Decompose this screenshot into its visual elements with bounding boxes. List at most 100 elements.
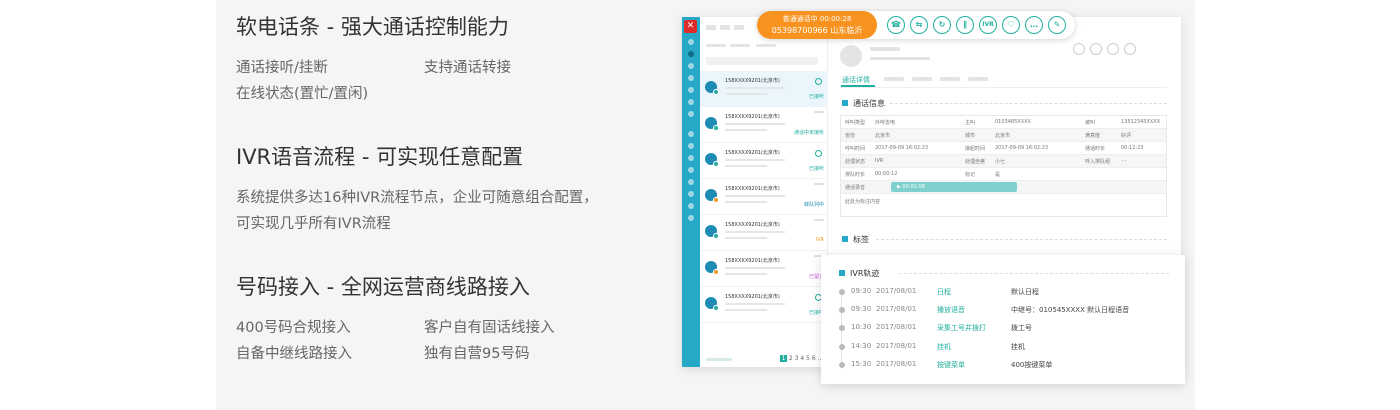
call-info-table: 呼叫类型 外呼去电 主叫 0103485XXXX 被叫 13512345XXXX 省份…: [840, 115, 1167, 217]
chat-icon[interactable]: …: [1025, 16, 1043, 34]
list-item-phone: 158XXXX9201(北京市): [725, 294, 780, 300]
ivr-track-row: 09:30 2017/08/01 播放语音 中继号：010545XXXX 默认日…: [821, 302, 1185, 319]
list-item[interactable]: 158XXXX9201(北京市) 已接听: [700, 71, 828, 107]
list-item-status: 已接听: [808, 94, 824, 100]
page-link[interactable]: 3: [795, 355, 799, 362]
section-title-tags: 标签: [842, 234, 869, 245]
page-link[interactable]: 5: [806, 355, 810, 362]
page-link[interactable]: 6: [812, 355, 816, 362]
feature-item: 独有自营95号码: [424, 346, 530, 362]
nav-dot[interactable]: [688, 167, 694, 173]
nav-dot[interactable]: [688, 99, 694, 105]
feature-item: 通话接听/挂断: [236, 60, 328, 76]
feature-item: 支持通话转接: [424, 60, 511, 76]
recording-row: 通话录音: [841, 181, 1166, 194]
list-search-input[interactable]: [706, 57, 818, 65]
list-item[interactable]: 158XXXX9201(北京市) 转队列中: [700, 179, 828, 215]
nav-dot[interactable]: [688, 111, 694, 117]
avatar: [705, 225, 719, 239]
nav-dot[interactable]: [688, 203, 694, 209]
tab-call-detail[interactable]: 通话详情: [842, 75, 870, 85]
feature-item: 客户自有固话线接入: [424, 320, 555, 336]
avatar: [705, 81, 719, 95]
ivr-track-row: 14:30 2017/08/01 挂机 挂机: [821, 339, 1185, 356]
action-circle[interactable]: [1107, 43, 1119, 55]
action-circle[interactable]: [1124, 43, 1136, 55]
avatar: [705, 261, 719, 275]
nav-dot[interactable]: [688, 87, 694, 93]
call-status-icon: [815, 78, 822, 85]
note-field[interactable]: 此处为标注内容: [841, 194, 1166, 216]
nav-dot[interactable]: [688, 131, 694, 137]
list-item[interactable]: 158XXXX9201(北京市) IVR: [700, 215, 828, 251]
tab-other[interactable]: [940, 77, 960, 81]
nav-dot[interactable]: [688, 63, 694, 69]
nav-dot[interactable]: [688, 39, 694, 45]
hangup-icon[interactable]: ☎: [887, 16, 905, 34]
tab-other[interactable]: [912, 77, 932, 81]
app-logo-icon: ✕: [684, 20, 697, 33]
nav-dot[interactable]: [688, 215, 694, 221]
table-row: 排队时长 00:00:12 标记是: [841, 168, 1166, 181]
nav-dot-active[interactable]: [688, 51, 694, 57]
list-item-phone: 158XXXX9201(北京市): [725, 150, 780, 156]
list-filter[interactable]: [706, 44, 726, 47]
ivr-card-title: IVR轨迹: [839, 268, 879, 279]
list-item-phone: 158XXXX9201(北京市): [725, 186, 780, 192]
ivr-button[interactable]: IVR: [979, 16, 997, 34]
tab-other[interactable]: [968, 77, 988, 81]
nav-dot[interactable]: [688, 143, 694, 149]
list-item-phone: 158XXXX9201(北京市): [725, 114, 780, 120]
list-filter[interactable]: [756, 44, 776, 47]
action-circle[interactable]: [1073, 43, 1085, 55]
consult-icon[interactable]: ↻: [933, 16, 951, 34]
table-row: 省份 北京市 城市 北京市 满意度 好评: [841, 129, 1166, 142]
avatar: [705, 189, 719, 203]
feature-title-softphone: 软电话条 - 强大通话控制能力: [236, 15, 509, 39]
feature-title-ivr: IVR语音流程 - 可实现任意配置: [236, 145, 524, 169]
pause-icon[interactable]: ∥: [956, 16, 974, 34]
list-item[interactable]: 158XXXX9201(北京市) 已接听: [700, 287, 828, 323]
nav-dot[interactable]: [688, 191, 694, 197]
list-toolbar-item[interactable]: [706, 25, 716, 30]
call-status-pill[interactable]: 普通通话中 00:00:28 05398700966 山东临沂: [757, 11, 877, 39]
avatar: [840, 45, 862, 67]
satisfaction-icon[interactable]: ♡: [1002, 16, 1020, 34]
feature-item: 400号码合规接入: [236, 320, 351, 336]
avatar: [705, 297, 719, 311]
page-current[interactable]: 1: [780, 355, 787, 362]
list-item[interactable]: 158XXXX9201(北京市) 通话中未接听: [700, 107, 828, 143]
softphone-bar: 普通通话中 00:00:28 05398700966 山东临沂 ☎ ⇆ ↻ ∥ …: [757, 11, 1075, 39]
tab-other[interactable]: [884, 77, 904, 81]
ivr-track-row: 09:30 2017/08/01 日程 默认日程: [821, 284, 1185, 301]
list-item-phone: 158XXXX9201(北京市): [725, 78, 780, 84]
nav-dot[interactable]: [688, 75, 694, 81]
ivr-track-row: 10:30 2017/08/01 采集工号并拨打 拨工号: [821, 320, 1185, 337]
tag-icon[interactable]: ✎: [1048, 16, 1066, 34]
list-item[interactable]: 158XXXX9201(北京市) 已接听: [700, 143, 828, 179]
list-item[interactable]: 158XXXX9201(北京市) 已留言: [700, 251, 828, 287]
avatar: [705, 153, 719, 167]
call-list: 158XXXX9201(北京市) 已接听 158XXXX9201(北京市) 通话…: [700, 17, 833, 367]
call-status-text: 普通通话中 00:00:28: [782, 15, 852, 23]
caller-number: 05398700966 山东临沂: [771, 26, 863, 35]
page-link[interactable]: 2: [789, 355, 793, 362]
section-title-call-info: 通话信息: [842, 98, 885, 109]
feature-item: 自备中继线路接入: [236, 346, 352, 362]
transfer-icon[interactable]: ⇆: [910, 16, 928, 34]
list-toolbar-item[interactable]: [720, 25, 730, 30]
list-item-status: IVR: [815, 237, 824, 243]
action-circle[interactable]: [1090, 43, 1102, 55]
list-filter[interactable]: [730, 44, 750, 47]
nav-dot[interactable]: [688, 179, 694, 185]
list-item-phone: 158XXXX9201(北京市): [725, 222, 780, 228]
nav-dot[interactable]: [688, 155, 694, 161]
list-footer: [706, 358, 732, 361]
audio-player[interactable]: [891, 182, 1017, 192]
contact-name: [870, 47, 900, 51]
table-row: 呼叫类型 外呼去电 主叫 0103485XXXX 被叫 13512345XXXX: [841, 116, 1166, 129]
page-link[interactable]: 4: [800, 355, 804, 362]
list-item-status: 通话中未接听: [793, 130, 824, 136]
list-toolbar-item[interactable]: [734, 25, 744, 30]
feature-title-number-access: 号码接入 - 全网运营商线路接入: [236, 275, 530, 299]
